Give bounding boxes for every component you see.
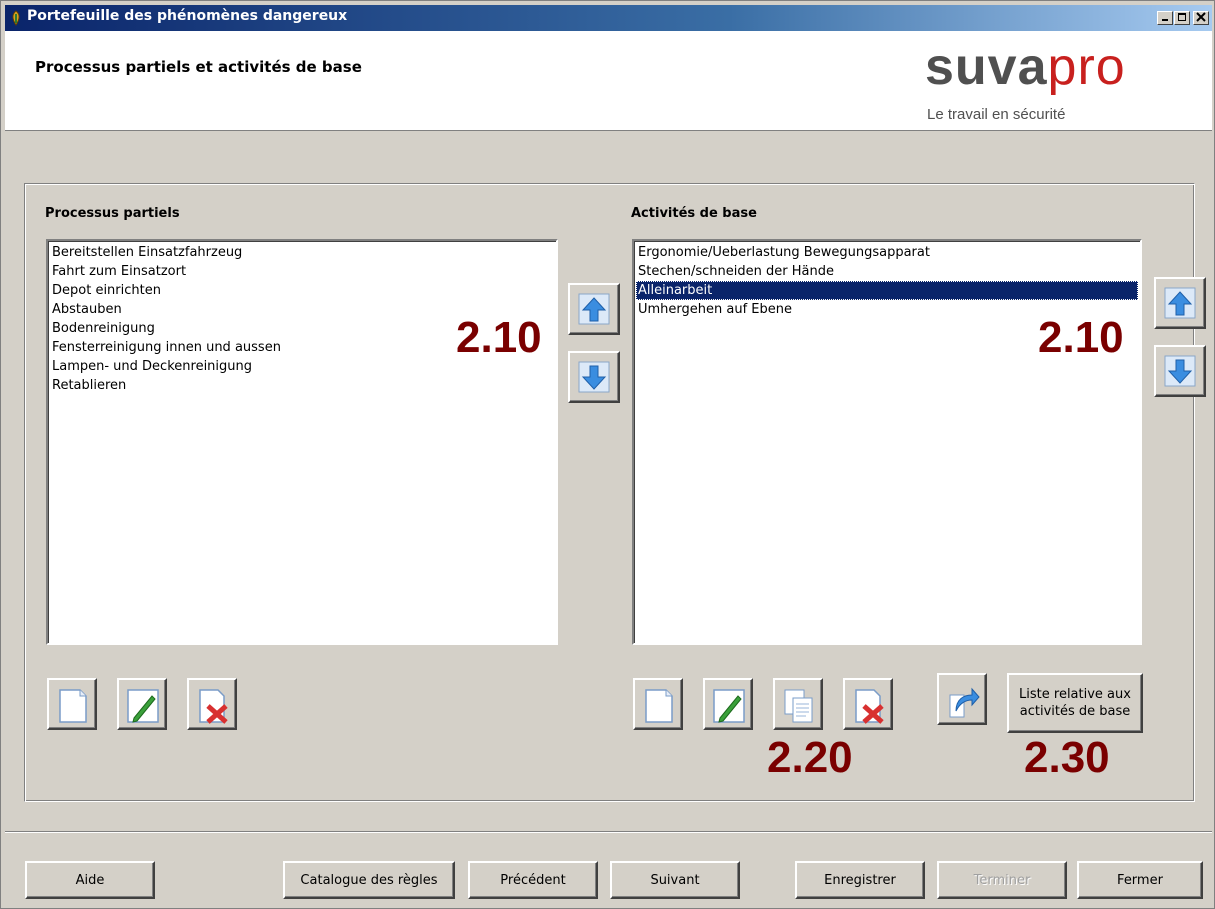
edit-pencil-icon bbox=[713, 689, 745, 723]
annotation-left-list: 2.10 bbox=[456, 313, 542, 362]
save-button[interactable]: Enregistrer bbox=[795, 861, 925, 899]
list-item[interactable]: Depot einrichten bbox=[50, 281, 554, 300]
next-button[interactable]: Suivant bbox=[610, 861, 740, 899]
move-down-button-right[interactable] bbox=[1154, 345, 1206, 397]
minimize-icon bbox=[1162, 19, 1168, 21]
delete-activite-button[interactable] bbox=[843, 678, 893, 730]
edit-activite-button[interactable] bbox=[703, 678, 753, 730]
list-item-selected[interactable]: Alleinarbeit bbox=[636, 281, 1138, 300]
close-window-button[interactable] bbox=[1193, 11, 1209, 25]
processus-label: Processus partiels bbox=[45, 206, 180, 221]
arrow-down-icon bbox=[578, 361, 610, 393]
footer-separator bbox=[5, 831, 1212, 833]
page-title: Processus partiels et activités de base bbox=[35, 58, 362, 76]
delete-icon bbox=[855, 689, 884, 724]
annotation-list-button: 2.30 bbox=[1024, 733, 1110, 782]
new-activite-button[interactable] bbox=[633, 678, 683, 730]
delete-processus-button[interactable] bbox=[187, 678, 237, 730]
logo-tagline: Le travail en sécurité bbox=[927, 106, 1066, 123]
finish-button[interactable]: Terminer bbox=[937, 861, 1067, 899]
app-icon bbox=[12, 10, 20, 26]
rules-catalog-button[interactable]: Catalogue des règles bbox=[283, 861, 455, 899]
window-title: Portefeuille des phénomènes dangereux bbox=[27, 8, 348, 24]
move-up-button-left[interactable] bbox=[568, 283, 620, 335]
new-document-icon bbox=[59, 689, 87, 723]
suvapro-logo: suvapro bbox=[925, 38, 1126, 96]
list-item[interactable]: Bereitstellen Einsatzfahrzeug bbox=[50, 243, 554, 262]
list-item[interactable]: Stechen/schneiden der Hände bbox=[636, 262, 1138, 281]
copy-activite-button[interactable] bbox=[773, 678, 823, 730]
share-arrow-icon bbox=[949, 687, 980, 718]
title-bar[interactable]: Portefeuille des phénomènes dangereux bbox=[5, 5, 1212, 31]
maximize-button[interactable] bbox=[1174, 11, 1190, 25]
list-item[interactable]: Fahrt zum Einsatzort bbox=[50, 262, 554, 281]
header-panel: Processus partiels et activités de base … bbox=[5, 31, 1212, 131]
new-document-icon bbox=[645, 689, 673, 723]
help-button[interactable]: Aide bbox=[25, 861, 155, 899]
delete-icon bbox=[199, 689, 228, 724]
minimize-button[interactable] bbox=[1157, 11, 1173, 25]
annotation-actions: 2.20 bbox=[767, 733, 853, 782]
close-button[interactable]: Fermer bbox=[1077, 861, 1203, 899]
processus-list[interactable]: Bereitstellen Einsatzfahrzeug Fahrt zum … bbox=[46, 239, 558, 645]
list-item[interactable]: Retablieren bbox=[50, 376, 554, 395]
arrow-up-icon bbox=[578, 293, 610, 325]
copy-icon bbox=[784, 689, 813, 723]
move-up-button-right[interactable] bbox=[1154, 277, 1206, 329]
edit-pencil-icon bbox=[127, 689, 159, 723]
list-item[interactable]: Ergonomie/Ueberlastung Bewegungsapparat bbox=[636, 243, 1138, 262]
close-icon bbox=[1196, 12, 1206, 22]
activites-label: Activités de base bbox=[631, 206, 757, 221]
maximize-icon bbox=[1178, 13, 1186, 21]
previous-button[interactable]: Précédent bbox=[468, 861, 598, 899]
move-down-button-left[interactable] bbox=[568, 351, 620, 403]
activites-list-button[interactable]: Liste relative aux activités de base bbox=[1007, 673, 1143, 733]
activites-list[interactable]: Ergonomie/Ueberlastung Bewegungsapparat … bbox=[632, 239, 1142, 645]
arrow-down-icon bbox=[1164, 355, 1196, 387]
export-button[interactable] bbox=[937, 673, 987, 725]
main-window: Portefeuille des phénomènes dangereux Pr… bbox=[0, 0, 1215, 909]
edit-processus-button[interactable] bbox=[117, 678, 167, 730]
new-processus-button[interactable] bbox=[47, 678, 97, 730]
annotation-right-list: 2.10 bbox=[1038, 313, 1124, 362]
arrow-up-icon bbox=[1164, 287, 1196, 319]
